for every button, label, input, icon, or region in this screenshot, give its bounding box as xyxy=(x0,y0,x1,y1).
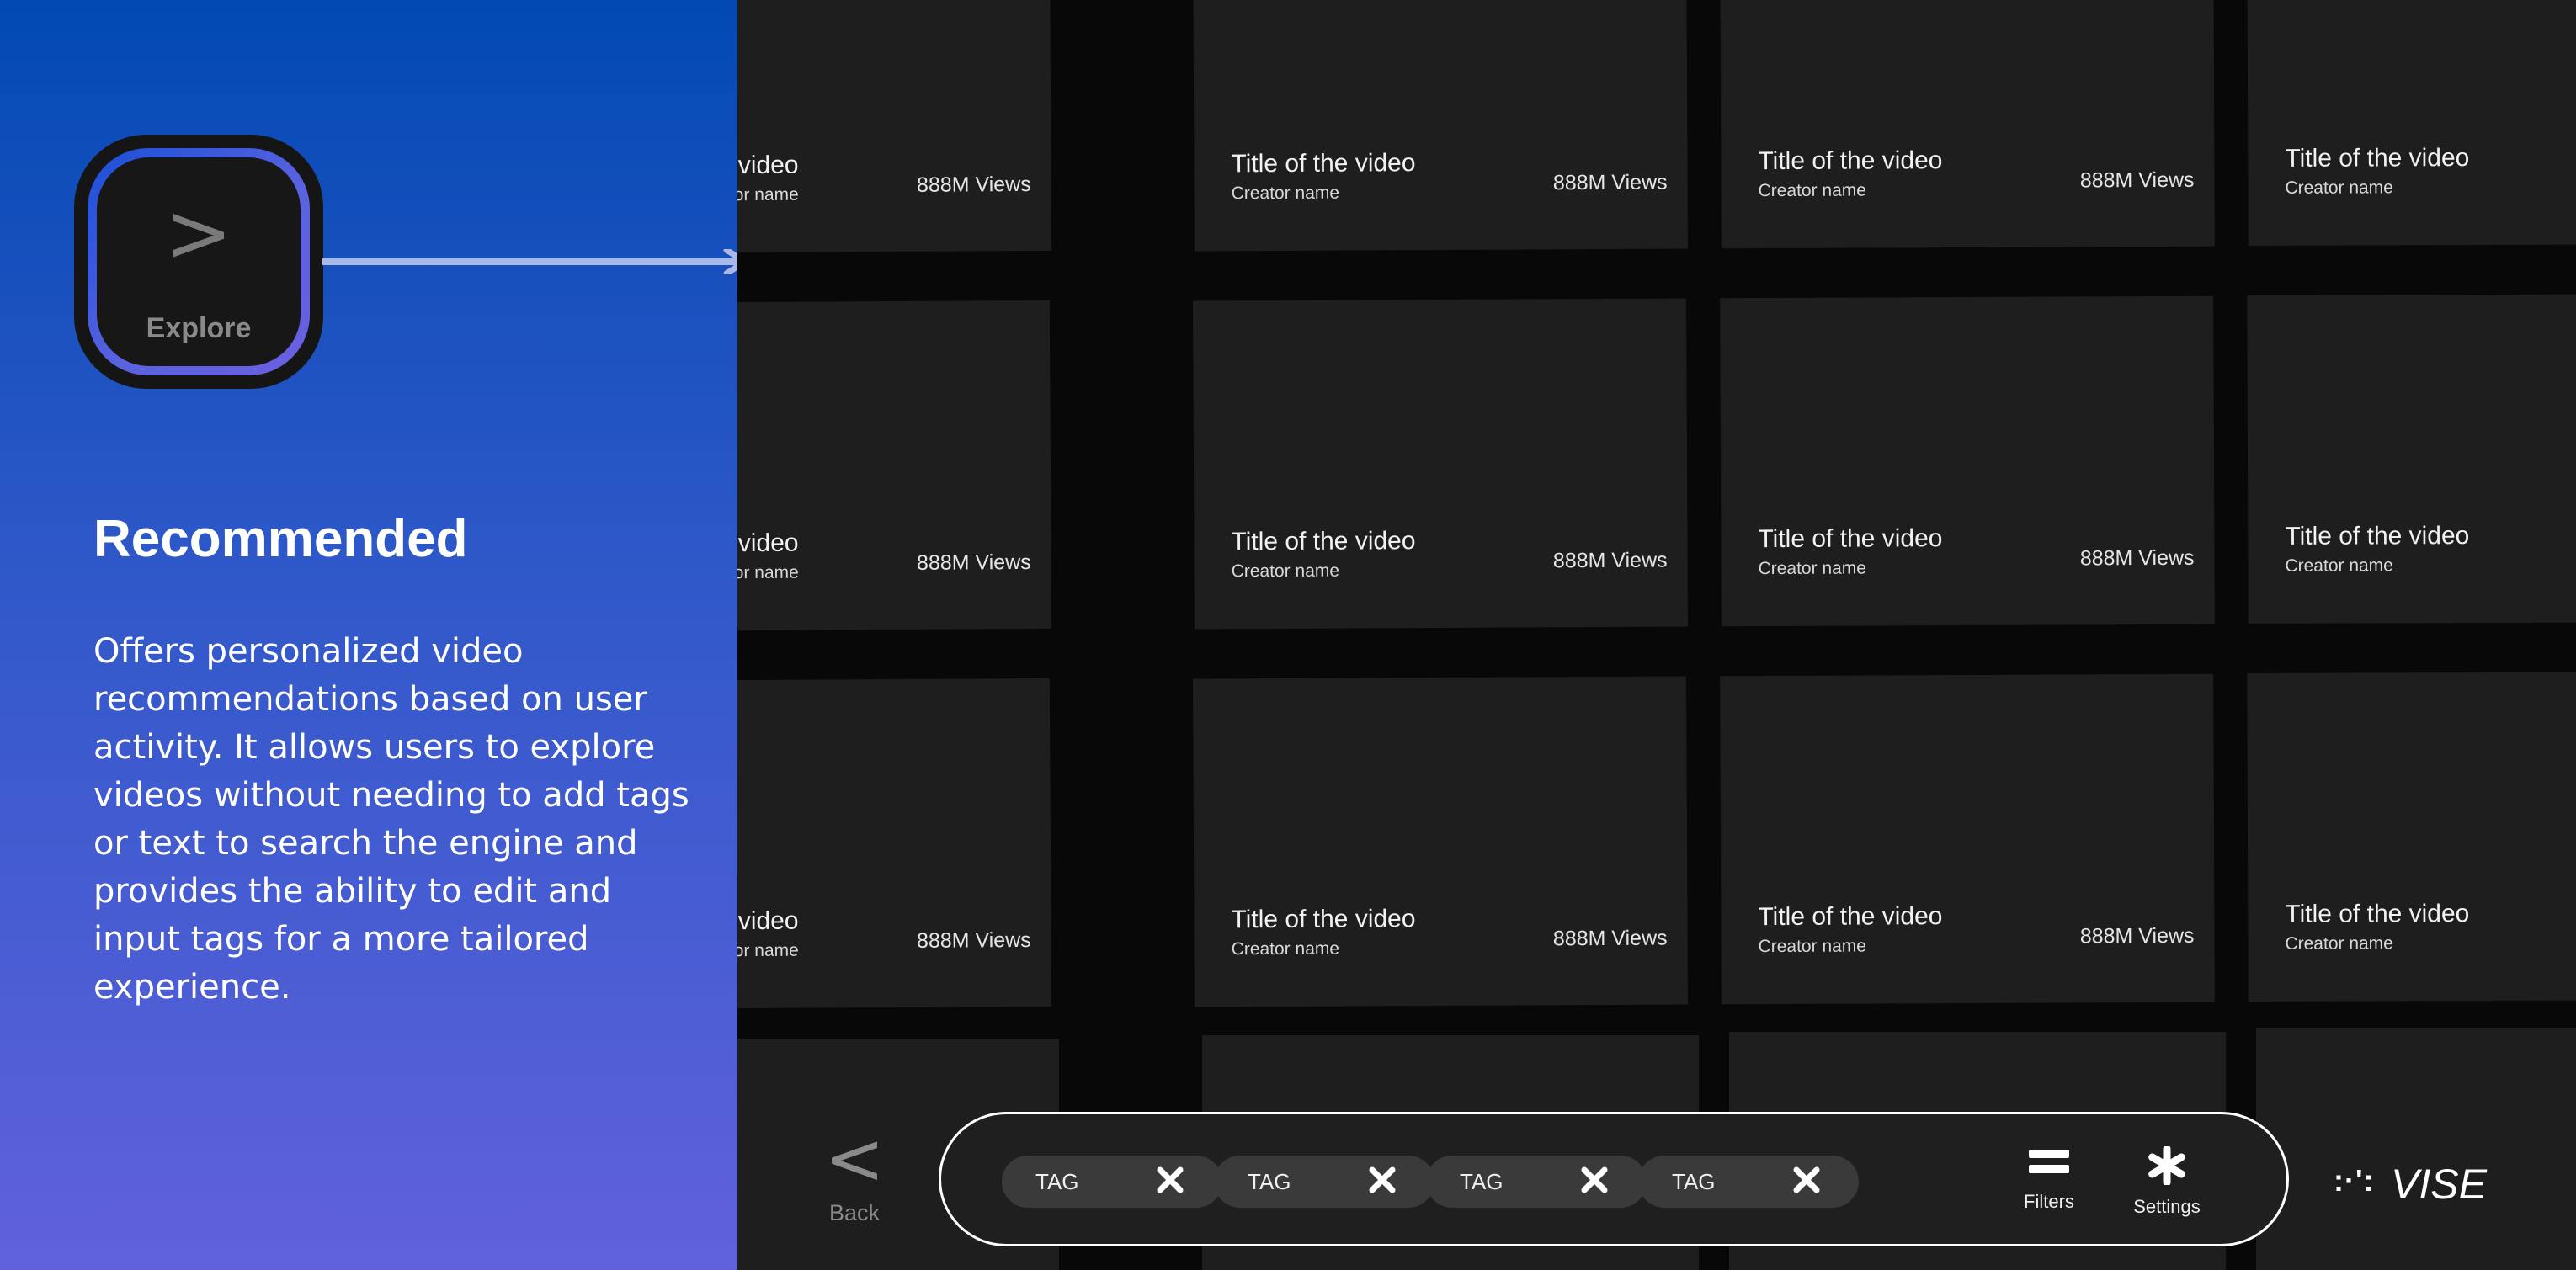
video-views: 888M Views xyxy=(916,173,1031,197)
video-card[interactable]: Title of the video Creator name 888M Views xyxy=(1720,673,2215,1005)
video-views: 888M Views xyxy=(916,928,1031,953)
video-views: 888M Views xyxy=(1552,548,1668,573)
video-card[interactable]: Title of the video Creator name xyxy=(2247,0,2576,246)
video-title: Title of the video xyxy=(2285,900,2470,928)
video-card[interactable]: Title of the video Creator name 888M Views xyxy=(1720,0,2215,249)
filters-button[interactable]: Filters xyxy=(2011,1146,2087,1213)
video-title: Title of the video xyxy=(1758,524,1943,554)
info-panel: > Explore Recommended Offers personalize… xyxy=(0,0,737,1270)
equals-icon xyxy=(2029,1150,2069,1173)
video-card[interactable]: Title of the video Creator name 888M Views xyxy=(1192,0,1689,252)
video-creator: Creator name xyxy=(1231,561,1340,582)
video-creator: Creator name xyxy=(2285,178,2393,198)
tag-chip[interactable]: TAG xyxy=(1638,1156,1859,1208)
tag-label: TAG xyxy=(1248,1169,1291,1194)
video-creator: Creator name xyxy=(1758,180,1866,201)
video-card-peek[interactable] xyxy=(2256,1028,2576,1270)
vise-logo-mark: :·': xyxy=(2334,1163,2375,1198)
settings-button[interactable]: Settings xyxy=(2121,1145,2213,1218)
video-card[interactable]: Title of the video Creator name 888M Views xyxy=(1192,298,1689,630)
video-title: Title of the video xyxy=(2285,522,2470,550)
video-creator: Creator name xyxy=(1231,183,1340,204)
video-title: Title of the video xyxy=(1231,905,1416,934)
back-button[interactable]: < Back xyxy=(808,1119,901,1246)
tag-label: TAG xyxy=(1672,1169,1716,1194)
vise-logo-text: VISE xyxy=(2391,1161,2487,1208)
video-card[interactable]: Title of the video Creator name xyxy=(2247,672,2576,1002)
close-icon[interactable] xyxy=(1576,1161,1613,1198)
video-grid: Title of the video Creator name 888M Views… xyxy=(737,0,2576,1270)
video-views: 888M Views xyxy=(1552,926,1668,951)
video-title: Title of the video xyxy=(1231,149,1416,178)
video-grid-layer: Title of the video Creator name 888M Views… xyxy=(737,0,2576,1270)
tag-bar: TAG TAG TAG TAG Filters Settings xyxy=(939,1112,2289,1246)
video-creator: Creator name xyxy=(1758,558,1866,579)
asterisk-icon xyxy=(2148,1145,2185,1187)
back-label: Back xyxy=(828,1200,881,1225)
video-title: Title of the video xyxy=(1758,902,1943,932)
close-icon[interactable] xyxy=(1364,1161,1401,1198)
video-title: Title of the video xyxy=(2285,144,2470,173)
tag-chip[interactable]: TAG xyxy=(1002,1156,1222,1208)
close-icon[interactable] xyxy=(1152,1161,1189,1198)
video-creator: Creator name xyxy=(1231,938,1340,959)
video-views: 888M Views xyxy=(916,550,1031,575)
filters-label: Filters xyxy=(2024,1191,2074,1212)
vise-logo: :·': VISE xyxy=(2334,1160,2502,1210)
chevron-right-icon: > xyxy=(164,186,233,280)
video-title: Title of the video xyxy=(1758,146,1943,176)
chevron-left-icon: < xyxy=(823,1117,886,1201)
explore-button-ring: > Explore xyxy=(88,148,310,375)
video-views: 888M Views xyxy=(2079,545,2195,571)
video-card[interactable]: Title of the video Creator name xyxy=(2247,294,2576,624)
video-creator: Creator name xyxy=(2285,555,2393,576)
explore-button-label: Explore xyxy=(146,312,252,344)
video-title: Title of the video xyxy=(1231,527,1416,556)
video-card[interactable]: Title of the video Creator name 888M Views xyxy=(737,0,1052,255)
video-title: Title of the video xyxy=(737,906,799,936)
video-creator: Creator name xyxy=(2285,933,2393,954)
video-card[interactable]: Title of the video Creator name 888M Views xyxy=(737,678,1052,1011)
video-card[interactable]: Title of the video Creator name 888M Views xyxy=(737,300,1052,633)
video-views: 888M Views xyxy=(1552,170,1668,195)
tag-label: TAG xyxy=(1035,1169,1079,1194)
video-title: Title of the video xyxy=(737,151,799,180)
video-card[interactable]: Title of the video Creator name 888M Views xyxy=(1720,295,2215,627)
explore-button-face: > Explore xyxy=(97,157,301,366)
video-views: 888M Views xyxy=(2079,923,2195,949)
video-views: 888M Views xyxy=(2079,167,2195,193)
settings-label: Settings xyxy=(2133,1196,2201,1217)
explore-button[interactable]: > Explore xyxy=(74,135,323,389)
video-creator: Creator name xyxy=(737,562,799,583)
video-creator: Creator name xyxy=(737,184,799,205)
section-title: Recommended xyxy=(93,510,468,568)
video-creator: Creator name xyxy=(737,940,799,961)
video-title: Title of the video xyxy=(737,529,799,558)
arrow-right-icon xyxy=(322,249,748,274)
tag-chip[interactable]: TAG xyxy=(1426,1156,1647,1208)
video-card[interactable]: Title of the video Creator name 888M Views xyxy=(1192,676,1689,1007)
tag-label: TAG xyxy=(1460,1169,1504,1194)
close-icon[interactable] xyxy=(1788,1161,1825,1198)
video-creator: Creator name xyxy=(1758,936,1866,957)
section-description: Offers personalized video recommendation… xyxy=(93,632,689,1007)
tag-chip[interactable]: TAG xyxy=(1214,1156,1434,1208)
